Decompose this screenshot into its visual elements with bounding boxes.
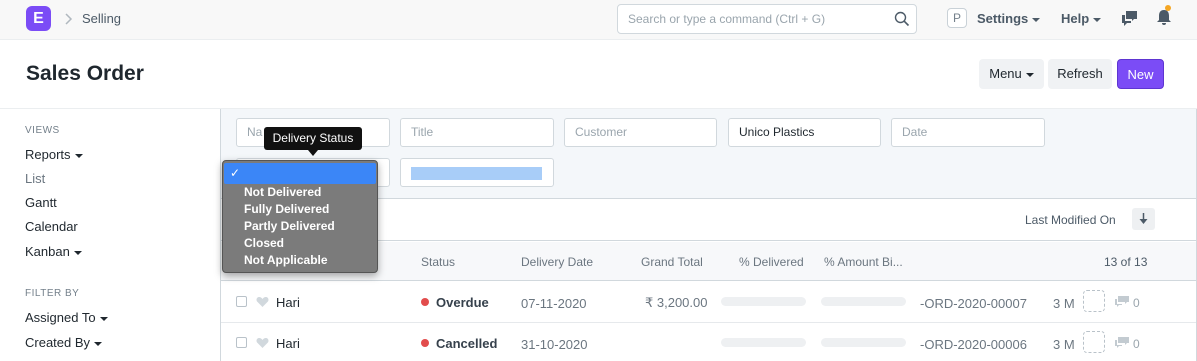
- caret-down-icon: [1093, 17, 1102, 22]
- row-name[interactable]: Hari: [276, 336, 300, 351]
- sort-label[interactable]: Last Modified On: [1025, 213, 1116, 227]
- text-selection-highlight: [411, 167, 542, 180]
- page-title: Sales Order: [26, 62, 144, 85]
- caret-down-icon: [1032, 17, 1041, 22]
- tooltip: Delivery Status: [264, 127, 362, 150]
- sidebar-item-reports[interactable]: Reports: [25, 147, 83, 162]
- tooltip-arrow: [308, 150, 318, 156]
- views-heading: VIEWS: [25, 125, 60, 136]
- sidebar-item-label: Created By: [25, 335, 91, 350]
- column-header-grand-total: Grand Total: [641, 255, 703, 269]
- result-count: 13 of 13: [1104, 255, 1148, 269]
- dropdown-option-partly-delivered[interactable]: Partly Delivered: [244, 219, 335, 233]
- row-checkbox[interactable]: [236, 337, 247, 348]
- sidebar-item-label: Kanban: [25, 244, 70, 259]
- comment-icon: [1115, 337, 1129, 348]
- comment-count: 0: [1133, 296, 1140, 310]
- sidebar-item-assigned-to[interactable]: Assigned To: [25, 310, 108, 325]
- dropdown-option-not-applicable[interactable]: Not Applicable: [244, 253, 328, 267]
- row-name[interactable]: Hari: [276, 295, 300, 310]
- billed-progress: [821, 338, 906, 347]
- delivery-date: 31-10-2020: [521, 337, 588, 352]
- table-row[interactable]: [221, 323, 1196, 361]
- delivered-progress: [721, 297, 806, 306]
- company-filter-input[interactable]: Unico Plastics: [728, 118, 881, 147]
- breadcrumb-selling[interactable]: Selling: [82, 11, 121, 26]
- sort-order-button[interactable]: [1132, 208, 1155, 230]
- refresh-button[interactable]: Refresh: [1048, 59, 1112, 89]
- date-filter-input[interactable]: Date: [891, 118, 1045, 147]
- caret-down-icon: [73, 250, 82, 255]
- heart-icon[interactable]: [256, 337, 269, 349]
- sidebar-item-label: Assigned To: [25, 310, 96, 325]
- column-header-amount-billed: % Amount Bi...: [824, 255, 903, 269]
- new-button[interactable]: New: [1117, 59, 1164, 89]
- caret-down-icon: [74, 153, 83, 158]
- settings-dropdown[interactable]: Settings: [977, 11, 1041, 26]
- column-header-delivered: % Delivered: [739, 255, 804, 269]
- delivered-progress: [721, 338, 806, 347]
- search-icon[interactable]: [894, 11, 910, 27]
- dropdown-option-fully-delivered[interactable]: Fully Delivered: [244, 202, 329, 216]
- comment-count: 0: [1133, 337, 1140, 351]
- modified-age: 3 M: [1053, 296, 1075, 311]
- sidebar-item-kanban[interactable]: Kanban: [25, 244, 82, 259]
- delivery-status-dropdown[interactable]: ✓ Not Delivered Fully Delivered Partly D…: [222, 160, 378, 273]
- menu-label: Menu: [989, 66, 1022, 81]
- chevron-right-icon: [65, 13, 73, 25]
- sidebar-item-gantt[interactable]: Gantt: [25, 195, 57, 210]
- search-placeholder: Search or type a command (Ctrl + G): [628, 12, 826, 26]
- order-id: -ORD-2020-00007: [920, 296, 1027, 311]
- sidebar-item-label: Reports: [25, 147, 71, 162]
- grand-total: ₹ 3,200.00: [645, 295, 708, 310]
- column-header-status: Status: [421, 255, 456, 269]
- settings-label: Settings: [977, 11, 1029, 26]
- notification-dot: [1165, 5, 1171, 11]
- assignee-placeholder[interactable]: [1083, 331, 1105, 353]
- bell-icon[interactable]: [1156, 9, 1172, 27]
- order-id: -ORD-2020-00006: [920, 337, 1027, 352]
- check-icon: ✓: [230, 166, 241, 180]
- caret-down-icon: [94, 341, 103, 346]
- status-indicator: [421, 339, 429, 347]
- status-badge: Cancelled: [436, 336, 498, 351]
- customer-filter-input[interactable]: Customer: [564, 118, 717, 147]
- caret-down-icon: [99, 316, 108, 321]
- app-logo[interactable]: E: [26, 6, 51, 31]
- column-header-delivery-date: Delivery Date: [521, 255, 594, 269]
- billed-progress: [821, 297, 906, 306]
- menu-button[interactable]: Menu: [979, 59, 1044, 89]
- avatar[interactable]: P: [947, 8, 967, 28]
- chat-icon[interactable]: [1121, 9, 1139, 27]
- title-filter-input[interactable]: Title: [400, 118, 554, 147]
- comment-icon: [1115, 296, 1129, 307]
- row-checkbox[interactable]: [236, 296, 247, 307]
- assignee-placeholder[interactable]: [1083, 290, 1105, 312]
- filter-by-heading: FILTER BY: [25, 288, 80, 299]
- modified-age: 3 M: [1053, 337, 1075, 352]
- help-dropdown[interactable]: Help: [1061, 11, 1102, 26]
- delivery-date: 07-11-2020: [521, 296, 587, 311]
- caret-down-icon: [1025, 72, 1034, 77]
- search-input[interactable]: Search or type a command (Ctrl + G): [617, 4, 917, 34]
- sort-descending-icon: [1139, 213, 1148, 224]
- help-label: Help: [1061, 11, 1090, 26]
- heart-icon[interactable]: [256, 296, 269, 308]
- status-indicator: [421, 298, 429, 306]
- dropdown-option-not-delivered[interactable]: Not Delivered: [244, 185, 321, 199]
- table-row[interactable]: [221, 282, 1196, 323]
- sidebar-item-created-by[interactable]: Created By: [25, 335, 103, 350]
- dropdown-option-empty[interactable]: ✓: [224, 163, 376, 184]
- sidebar-item-calendar[interactable]: Calendar: [25, 219, 78, 234]
- sidebar-item-list[interactable]: List: [25, 171, 45, 186]
- dropdown-option-closed[interactable]: Closed: [244, 236, 284, 250]
- status-badge: Overdue: [436, 295, 489, 310]
